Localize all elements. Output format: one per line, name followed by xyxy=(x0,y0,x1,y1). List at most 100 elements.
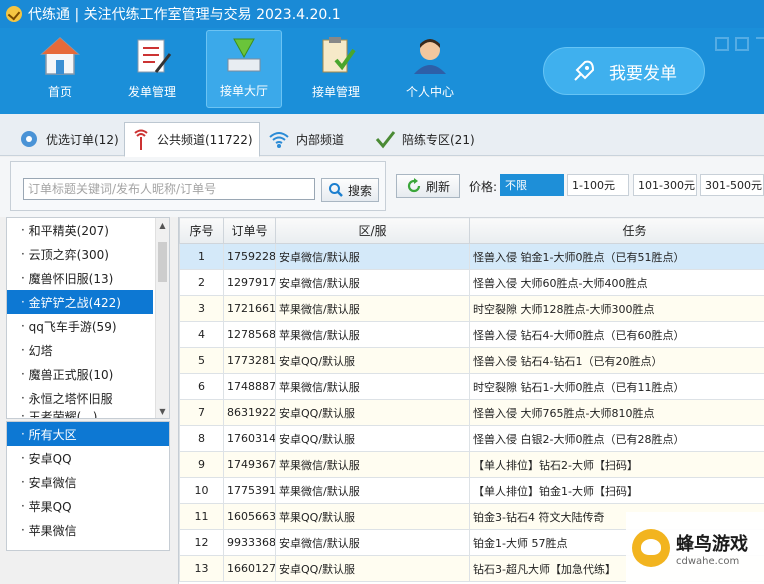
cell-no: 11 xyxy=(179,503,224,530)
cell-server: 苹果微信/默认服 xyxy=(275,477,470,504)
publish-order-label: 我要发单 xyxy=(609,63,677,84)
cell-task: 怪兽入侵 钻石4-大师0胜点（已有60胜点） xyxy=(469,321,764,348)
price-option-301-500[interactable]: 301-500元 xyxy=(700,174,764,196)
tab-internal-channel[interactable]: 内部频道 xyxy=(262,122,350,156)
cell-no: 5 xyxy=(179,347,224,374)
publish-order-button[interactable]: 我要发单 xyxy=(543,47,705,95)
cell-no: 3 xyxy=(179,295,224,322)
nav-publish-manage[interactable]: 发单管理 xyxy=(114,30,190,108)
table-row[interactable]: 212979176安卓微信/默认服怪兽入侵 大师60胜点-大师400胜点 xyxy=(179,269,764,296)
main-toolbar: 首页 发单管理 接单大厅 接单管理 个人中心 我要发单 xyxy=(0,28,764,114)
tab-internal-channel-label: 内部频道 xyxy=(296,132,345,147)
cell-order: 12979176 xyxy=(223,269,276,296)
refresh-icon xyxy=(407,178,421,193)
scroll-thumb[interactable] xyxy=(158,242,167,282)
wifi-icon xyxy=(268,129,290,149)
game-item-selected[interactable]: · 金铲铲之战(422) xyxy=(7,290,153,314)
pattern-decoration xyxy=(715,37,764,51)
refresh-button[interactable]: 刷新 xyxy=(396,174,460,198)
search-input[interactable] xyxy=(23,178,315,200)
cell-order: 17592286 xyxy=(223,243,276,270)
price-option-101-300[interactable]: 101-300元 xyxy=(633,174,697,196)
column-header-task[interactable]: 任务 xyxy=(469,217,764,244)
cell-no: 4 xyxy=(179,321,224,348)
checklist-pen-icon xyxy=(129,33,175,79)
region-item-selected[interactable]: · 所有大区 xyxy=(7,422,169,446)
nav-order-manage[interactable]: 接单管理 xyxy=(298,30,374,108)
cell-task: 【单人排位】铂金1-大师【扫码】 xyxy=(469,477,764,504)
table-row[interactable]: 517732817安卓QQ/默认服怪兽入侵 钻石4-钻石1（已有20胜点） xyxy=(179,347,764,374)
tab-preferred-orders[interactable]: 优选订单(12) xyxy=(12,122,125,156)
house-icon xyxy=(37,33,83,79)
region-item[interactable]: · 安卓微信 xyxy=(7,470,169,494)
column-header-server[interactable]: 区/服 xyxy=(275,217,470,244)
price-option-1-100[interactable]: 1-100元 xyxy=(567,174,629,196)
cell-server: 苹果微信/默认服 xyxy=(275,451,470,478)
cell-task: 怪兽入侵 大师60胜点-大师400胜点 xyxy=(469,269,764,296)
tab-sparring-zone[interactable]: 陪练专区(21) xyxy=(368,122,481,156)
cell-order: 12785681 xyxy=(223,321,276,348)
cell-server: 安卓微信/默认服 xyxy=(275,529,470,556)
app-logo-icon xyxy=(6,6,22,22)
channel-tabs: 优选订单(12) 公共频道(11722) 内部频道 陪练专区(21) xyxy=(0,114,764,157)
game-item[interactable]: · 幻塔 xyxy=(7,338,169,362)
cell-no: 10 xyxy=(179,477,224,504)
table-row[interactable]: 117592286安卓微信/默认服怪兽入侵 铂金1-大师0胜点（已有51胜点） xyxy=(179,243,764,270)
search-button[interactable]: 搜索 xyxy=(321,178,379,202)
game-item[interactable]: · 魔兽正式服(10) xyxy=(7,362,169,386)
table-row[interactable]: 786319226安卓QQ/默认服怪兽入侵 大师765胜点-大师810胜点 xyxy=(179,399,764,426)
cell-order: 17488875 xyxy=(223,373,276,400)
game-item[interactable]: · 王者荣耀(...) xyxy=(7,410,169,418)
nav-order-manage-label: 接单管理 xyxy=(311,85,360,99)
region-item[interactable]: · 苹果微信 xyxy=(7,518,169,542)
table-row[interactable]: 617488875苹果微信/默认服时空裂隙 钻石1-大师0胜点（已有11胜点） xyxy=(179,373,764,400)
nav-order-hall[interactable]: 接单大厅 xyxy=(206,30,282,108)
cell-no: 9 xyxy=(179,451,224,478)
search-icon xyxy=(328,183,343,197)
table-row[interactable]: 817603141安卓QQ/默认服怪兽入侵 白银2-大师0胜点（已有28胜点） xyxy=(179,425,764,452)
check-icon xyxy=(374,128,396,150)
column-header-no[interactable]: 序号 xyxy=(179,217,224,244)
cell-order: 17493675 xyxy=(223,451,276,478)
rocket-icon xyxy=(574,60,595,81)
table-row[interactable]: 412785681苹果微信/默认服怪兽入侵 钻石4-大师0胜点（已有60胜点） xyxy=(179,321,764,348)
cell-server: 安卓微信/默认服 xyxy=(275,243,470,270)
cell-task: 时空裂隙 钻石1-大师0胜点（已有11胜点） xyxy=(469,373,764,400)
gear-icon xyxy=(18,128,40,150)
game-item[interactable]: · 永恒之塔怀旧服 xyxy=(7,386,169,410)
game-list-scrollbar[interactable]: ▲ ▼ xyxy=(155,218,169,418)
scroll-up-icon[interactable]: ▲ xyxy=(156,218,169,232)
cell-no: 1 xyxy=(179,243,224,270)
table-row[interactable]: 317216618苹果微信/默认服时空裂隙 大师128胜点-大师300胜点 xyxy=(179,295,764,322)
cell-server: 苹果QQ/默认服 xyxy=(275,503,470,530)
game-item[interactable]: · 云顶之弈(300) xyxy=(7,242,169,266)
cell-server: 安卓QQ/默认服 xyxy=(275,347,470,374)
cell-task: 时空裂隙 大师128胜点-大师300胜点 xyxy=(469,295,764,322)
cell-order: 17603141 xyxy=(223,425,276,452)
game-item[interactable]: · 和平精英(207) xyxy=(7,218,169,242)
tab-public-channel-label: 公共频道(11722) xyxy=(157,133,253,147)
nav-home[interactable]: 首页 xyxy=(22,30,98,108)
region-item[interactable]: · 苹果QQ xyxy=(7,494,169,518)
tab-sparring-zone-label: 陪练专区(21) xyxy=(402,132,475,147)
game-item[interactable]: · 魔兽怀旧服(13) xyxy=(7,266,169,290)
cell-order: 16056639 xyxy=(223,503,276,530)
clipboard-check-icon xyxy=(313,33,359,79)
region-item[interactable]: · 安卓QQ xyxy=(7,446,169,470)
search-button-label: 搜索 xyxy=(347,183,372,198)
scroll-down-icon[interactable]: ▼ xyxy=(156,404,169,418)
nav-user-center[interactable]: 个人中心 xyxy=(392,30,468,108)
table-row[interactable]: 1017753915苹果微信/默认服【单人排位】铂金1-大师【扫码】 xyxy=(179,477,764,504)
cell-no: 13 xyxy=(179,555,224,582)
table-row[interactable]: 917493675苹果微信/默认服【单人排位】钻石2-大师【扫码】 xyxy=(179,451,764,478)
nav-user-center-label: 个人中心 xyxy=(405,85,454,99)
cell-server: 安卓QQ/默认服 xyxy=(275,399,470,426)
price-option-any[interactable]: 不限 xyxy=(500,174,564,196)
tab-public-channel[interactable]: 公共频道(11722) xyxy=(124,122,260,157)
game-item[interactable]: · qq飞车手游(59) xyxy=(7,314,169,338)
refresh-button-label: 刷新 xyxy=(425,179,450,194)
cell-server: 安卓QQ/默认服 xyxy=(275,425,470,452)
nav-home-label: 首页 xyxy=(47,85,72,99)
cell-order: 86319226 xyxy=(223,399,276,426)
column-header-order[interactable]: 订单号 xyxy=(223,217,276,244)
